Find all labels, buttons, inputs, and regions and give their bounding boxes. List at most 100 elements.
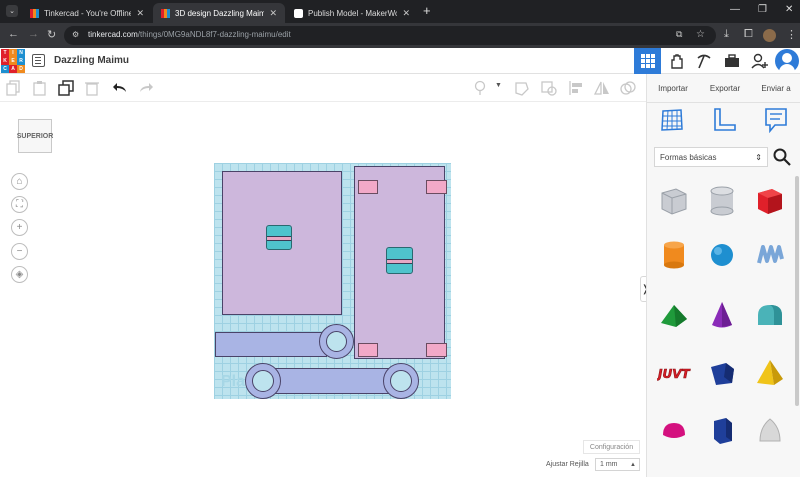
shape-scribble-icon[interactable] <box>751 236 789 274</box>
align-icon[interactable] <box>568 80 584 96</box>
close-window-icon[interactable]: ✕ <box>785 4 793 15</box>
circuits-button[interactable] <box>718 48 745 74</box>
search-icon[interactable] <box>773 148 791 166</box>
new-tab-button[interactable]: + <box>423 3 431 18</box>
makerworld-favicon-icon <box>294 8 303 18</box>
model-ring-hole-lower-right <box>390 370 412 392</box>
model-peg-bottom-left[interactable] <box>358 343 378 357</box>
model-cylinder-right[interactable] <box>386 247 413 274</box>
shape-polygon-icon[interactable] <box>703 354 741 392</box>
shape-pyramid-icon[interactable] <box>751 354 789 392</box>
note-dropdown-caret-icon[interactable]: ▼ <box>495 82 502 89</box>
add-user-button[interactable] <box>746 48 773 74</box>
profile-avatar[interactable] <box>763 29 776 42</box>
tab-title: 3D design Dazzling Maimu - Tin <box>175 8 265 18</box>
forward-icon[interactable]: → <box>28 28 39 40</box>
notes-tool-icon[interactable] <box>763 107 789 133</box>
shape-cylinder-icon[interactable] <box>655 236 693 274</box>
model-cylinder-left[interactable] <box>266 225 292 250</box>
shape-cone-icon[interactable] <box>703 296 741 334</box>
browser-tab[interactable]: Publish Model - MakerWorld ✕ <box>286 3 418 23</box>
browser-tab[interactable]: Tinkercad - You're Offline ✕ <box>22 3 152 23</box>
model-arm-upper[interactable] <box>215 332 327 357</box>
shapes-panel: Importar Exportar Enviar a Formas básica… <box>646 74 800 477</box>
close-tab-icon[interactable]: ✕ <box>269 8 277 19</box>
shape-cylinder-hole-icon[interactable] <box>703 182 741 220</box>
hand-icon <box>670 54 683 69</box>
workplane-tool-icon[interactable] <box>659 107 685 133</box>
shape-text-icon[interactable]: JUVT <box>655 354 693 392</box>
close-tab-icon[interactable]: ✕ <box>402 8 410 19</box>
tab-search-icon[interactable]: ⌄ <box>6 5 18 17</box>
chevron-updown-icon: ⇕ <box>755 153 762 162</box>
browser-tab-strip: ⌄ Tinkercad - You're Offline ✕ 3D design… <box>0 0 800 23</box>
shape-solid-icon[interactable] <box>514 80 530 96</box>
browser-tab-active[interactable]: 3D design Dazzling Maimu - Tin ✕ <box>153 3 285 23</box>
redo-icon[interactable] <box>138 80 154 96</box>
edit-toolbar: ▼ <box>0 74 646 102</box>
workplane-viewport[interactable]: SUPERIOR ⌂ ⛶ + − ◈ Plano ❭ Configuración… <box>0 102 651 477</box>
undo-icon[interactable] <box>112 80 128 96</box>
bricks-button[interactable] <box>690 48 717 74</box>
tinkercad-logo[interactable]: TIN KER CAD <box>1 49 25 73</box>
design-list-icon[interactable] <box>32 54 45 67</box>
delete-icon[interactable] <box>84 80 100 96</box>
shape-category-select[interactable]: Formas básicas ⇕ <box>654 147 768 167</box>
copy-icon[interactable] <box>6 80 22 96</box>
briefcase-icon <box>724 54 739 67</box>
browser-menu-icon[interactable]: ⋮ <box>786 28 797 41</box>
shape-hole-icon[interactable] <box>541 80 557 96</box>
shape-half-sphere-icon[interactable] <box>655 412 693 450</box>
address-bar[interactable]: ⚙ tinkercad.com/things/0MG9aNDL8f7-dazzl… <box>64 26 716 45</box>
ruler-tool-icon[interactable] <box>711 107 737 133</box>
snap-grid-select[interactable]: 1 mm ▲ <box>595 458 640 471</box>
user-avatar[interactable] <box>775 49 799 73</box>
close-tab-icon[interactable]: ✕ <box>136 8 144 19</box>
shape-sphere-icon[interactable] <box>703 236 741 274</box>
install-app-icon[interactable]: ⧉ <box>676 29 682 40</box>
send-to-button[interactable]: Enviar a <box>751 74 800 102</box>
tinkercad-favicon-icon <box>30 8 39 18</box>
mirror-icon[interactable] <box>594 80 610 96</box>
extensions-icon[interactable]: ⧠ <box>744 28 753 41</box>
zoom-in-icon[interactable]: + <box>11 219 28 236</box>
duplicate-icon[interactable] <box>58 80 74 96</box>
note-pin-icon[interactable] <box>472 80 488 96</box>
paste-icon[interactable] <box>32 80 48 96</box>
export-button[interactable]: Exportar <box>699 74 751 102</box>
chevron-down-icon: ▲ <box>630 462 636 468</box>
zoom-out-icon[interactable]: − <box>11 243 28 260</box>
minimize-icon[interactable]: — <box>730 4 740 15</box>
3d-view-button[interactable] <box>634 48 661 74</box>
shape-box-hole-icon[interactable] <box>655 182 693 220</box>
download-icon[interactable]: ⤓ <box>724 28 729 41</box>
view-cube[interactable]: SUPERIOR <box>17 119 53 153</box>
shapes-scrollbar[interactable] <box>795 176 799 406</box>
reload-icon[interactable]: ↻ <box>47 28 56 41</box>
shape-hexagonal-prism-icon[interactable] <box>703 412 741 450</box>
ortho-view-icon[interactable]: ◈ <box>11 266 28 283</box>
blocks-button[interactable] <box>662 48 689 74</box>
tinkercad-favicon-icon <box>161 8 170 18</box>
restore-icon[interactable]: ❐ <box>758 4 767 15</box>
bookmark-star-icon[interactable]: ☆ <box>696 29 705 40</box>
import-button[interactable]: Importar <box>647 74 699 102</box>
site-settings-icon[interactable]: ⚙ <box>72 30 79 39</box>
project-title[interactable]: Dazzling Maimu <box>54 55 129 66</box>
home-view-icon[interactable]: ⌂ <box>11 173 28 190</box>
fit-view-icon[interactable]: ⛶ <box>11 196 28 213</box>
workplane-grid[interactable]: Plano <box>214 163 451 399</box>
model-peg-bottom-right[interactable] <box>426 343 447 357</box>
shape-box-icon[interactable] <box>751 182 789 220</box>
shape-paraboloid-icon[interactable] <box>751 412 789 450</box>
model-ring-hole-lower-left <box>252 370 274 392</box>
model-peg-top-left[interactable] <box>358 180 378 194</box>
model-peg-top-right[interactable] <box>426 180 447 194</box>
shape-round-roof-icon[interactable] <box>751 296 789 334</box>
group-icon[interactable] <box>620 80 636 96</box>
svg-text:JUVT: JUVT <box>657 367 690 381</box>
shape-roof-icon[interactable] <box>655 296 693 334</box>
settings-button[interactable]: Configuración <box>583 440 640 454</box>
back-icon[interactable]: ← <box>8 28 19 40</box>
app-header: TIN KER CAD Dazzling Maimu <box>0 48 800 74</box>
